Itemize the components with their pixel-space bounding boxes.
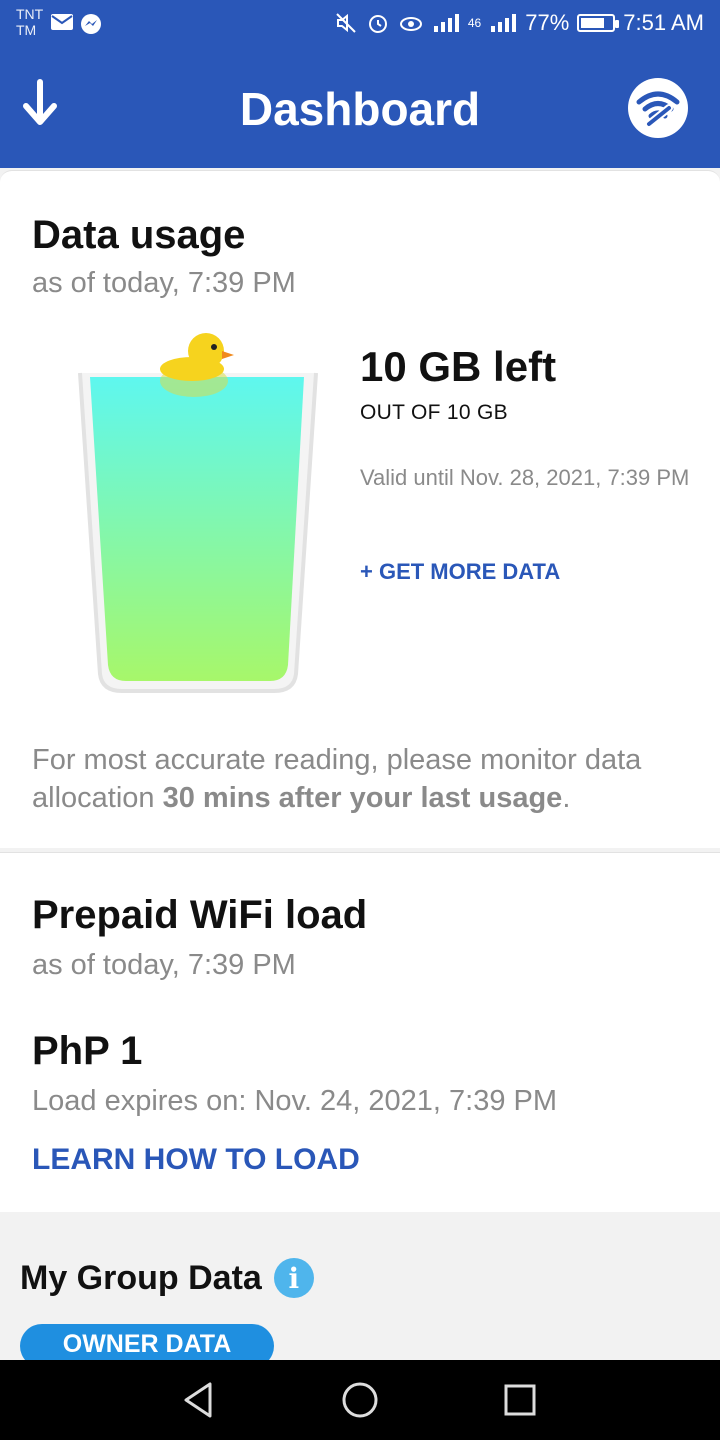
page-title: Dashboard bbox=[239, 83, 481, 135]
back-icon[interactable] bbox=[180, 1380, 220, 1420]
alarm-icon bbox=[368, 15, 387, 33]
status-bar: TNT TM 46 77% 7:51 AM bbox=[0, 0, 720, 50]
wifi-settings-button[interactable] bbox=[628, 78, 688, 138]
note-end: . bbox=[562, 782, 571, 814]
top-bar: TNT TM 46 77% 7:51 AM Dashboard bbox=[0, 0, 720, 168]
data-remaining: 10 GB left bbox=[360, 343, 557, 390]
duck-icon bbox=[160, 333, 234, 397]
group-data-title: My Group Data bbox=[20, 1258, 262, 1297]
note-emphasis: 30 mins after your last usage bbox=[162, 782, 563, 814]
info-icon[interactable]: i bbox=[273, 1258, 314, 1298]
signal-icon-2 bbox=[491, 14, 517, 32]
carrier-line-2: TM bbox=[16, 22, 37, 38]
data-usage-card: Data usage as of today, 7:39 PM 10 GB le… bbox=[0, 170, 720, 848]
system-nav-bar bbox=[0, 1360, 720, 1440]
home-icon[interactable] bbox=[340, 1380, 380, 1420]
mail-icon bbox=[51, 14, 73, 30]
group-data-heading: My Group Data i bbox=[20, 1258, 314, 1298]
carrier-label: TNT TM bbox=[16, 6, 43, 38]
battery-icon bbox=[577, 14, 620, 32]
battery-percent: 77% bbox=[525, 10, 570, 35]
app-bar: Dashboard bbox=[0, 50, 720, 168]
learn-how-to-load-link[interactable]: LEARN HOW TO LOAD bbox=[32, 1143, 360, 1177]
data-glass-graphic bbox=[78, 333, 318, 693]
load-expiry: Load expires on: Nov. 24, 2021, 7:39 PM bbox=[32, 1085, 558, 1117]
recents-icon[interactable] bbox=[500, 1380, 540, 1420]
messenger-icon bbox=[81, 14, 101, 34]
get-more-data-link[interactable]: + GET MORE DATA bbox=[360, 559, 560, 585]
eye-comfort-icon bbox=[399, 17, 422, 31]
data-total: OUT OF 10 GB bbox=[360, 401, 508, 424]
prepaid-title: Prepaid WiFi load bbox=[32, 893, 368, 937]
data-usage-timestamp: as of today, 7:39 PM bbox=[32, 267, 296, 299]
load-balance: PhP 1 bbox=[32, 1029, 143, 1073]
carrier-line-1: TNT bbox=[16, 6, 44, 22]
data-validity: Valid until Nov. 28, 2021, 7:39 PM bbox=[360, 465, 690, 490]
prepaid-timestamp: as of today, 7:39 PM bbox=[32, 949, 296, 981]
clock: 7:51 AM bbox=[623, 10, 704, 35]
data-usage-title: Data usage bbox=[32, 213, 246, 257]
accuracy-note: For most accurate reading, please monito… bbox=[32, 741, 692, 817]
prepaid-load-card: Prepaid WiFi load as of today, 7:39 PM P… bbox=[0, 852, 720, 1212]
wifi-wrench-icon bbox=[636, 91, 680, 128]
mute-icon bbox=[336, 13, 356, 33]
signal-icon bbox=[433, 14, 459, 32]
network-type-label: 46 bbox=[467, 16, 482, 30]
